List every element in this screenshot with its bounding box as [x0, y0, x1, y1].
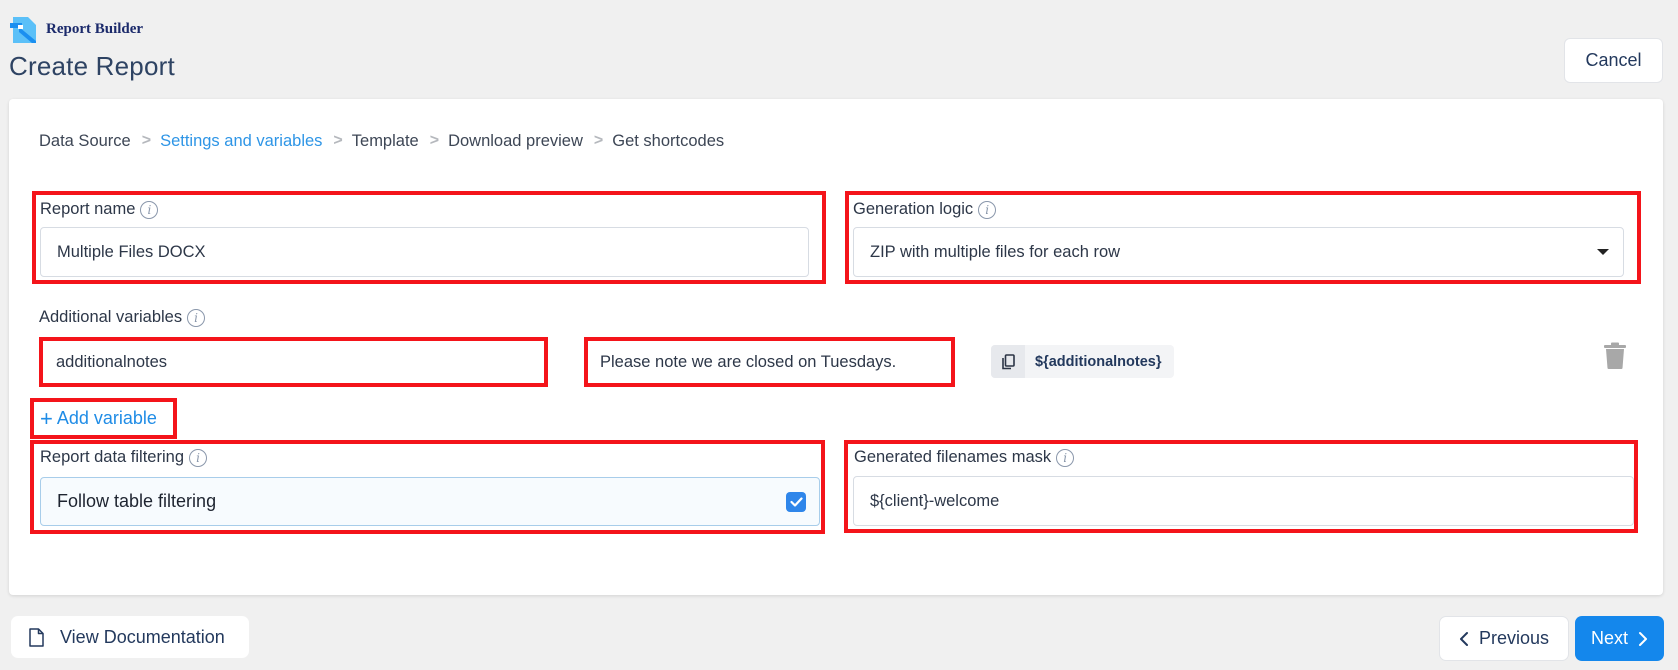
- filenames-mask-label: Generated filenames mask i: [854, 448, 1075, 467]
- report-name-label: Report name i: [40, 200, 159, 219]
- info-icon[interactable]: i: [978, 200, 997, 219]
- variable-value-input[interactable]: Please note we are closed on Tuesdays.: [584, 337, 955, 387]
- chevron-right-icon: >: [333, 132, 343, 149]
- copy-icon[interactable]: [991, 345, 1025, 378]
- info-icon[interactable]: i: [189, 448, 207, 467]
- app-brand: Report Builder: [46, 21, 144, 37]
- document-icon: [29, 627, 44, 647]
- step-get-shortcodes[interactable]: Get shortcodes: [612, 132, 724, 151]
- step-settings-and-variables[interactable]: Settings and variables: [160, 132, 322, 151]
- chevron-left-icon: [1459, 631, 1468, 646]
- next-button[interactable]: Next: [1575, 616, 1664, 661]
- checkmark-icon: [789, 497, 803, 507]
- step-template[interactable]: Template: [352, 132, 419, 151]
- chevron-right-icon: [1639, 631, 1647, 646]
- step-download-preview[interactable]: Download preview: [448, 132, 583, 151]
- plus-icon: +: [40, 405, 53, 431]
- follow-table-filtering-checkbox[interactable]: [786, 492, 806, 512]
- generation-logic-selected-value: ZIP with multiple files for each row: [870, 242, 1121, 261]
- previous-button[interactable]: Previous: [1439, 616, 1569, 661]
- cancel-button[interactable]: Cancel: [1564, 38, 1663, 83]
- chevron-right-icon: >: [429, 132, 440, 149]
- info-icon[interactable]: i: [1056, 448, 1075, 467]
- add-variable-button[interactable]: + Add variable: [30, 398, 177, 439]
- variable-shortcode: ${additionalnotes}: [1035, 353, 1162, 370]
- follow-table-filtering-label: Follow table filtering: [57, 491, 217, 511]
- trash-icon[interactable]: [1603, 342, 1629, 370]
- report-name-input[interactable]: Multiple Files DOCX: [40, 227, 809, 277]
- wizard-breadcrumb: Data Source > Settings and variables > T…: [39, 131, 724, 151]
- follow-table-filtering-option[interactable]: Follow table filtering: [40, 477, 820, 526]
- chevron-right-icon: >: [593, 132, 604, 149]
- info-icon[interactable]: i: [187, 308, 206, 327]
- variable-name-input[interactable]: additionalnotes: [39, 337, 548, 387]
- page-title: Create Report: [9, 51, 175, 81]
- report-name-field-group: Report name i Multiple Files DOCX: [32, 191, 826, 284]
- variable-shortcode-chip[interactable]: ${additionalnotes}: [991, 345, 1174, 378]
- additional-variables-label: Additional variables i: [39, 308, 206, 327]
- generation-logic-field-group: Generation logic i ZIP with multiple fil…: [845, 191, 1641, 284]
- chevron-right-icon: >: [141, 132, 152, 149]
- filenames-mask-input[interactable]: ${client}-welcome: [853, 476, 1634, 526]
- step-data-source[interactable]: Data Source: [39, 132, 131, 151]
- filenames-mask-field-group: Generated filenames mask i ${client}-wel…: [844, 440, 1638, 533]
- info-icon[interactable]: i: [140, 200, 159, 219]
- caret-down-icon: [1597, 249, 1609, 255]
- data-filtering-label: Report data filtering i: [40, 448, 207, 467]
- report-builder-logo: [10, 15, 38, 45]
- data-filtering-field-group: Report data filtering i Follow table fil…: [30, 440, 825, 534]
- generation-logic-select[interactable]: ZIP with multiple files for each row: [853, 227, 1624, 277]
- view-documentation-button[interactable]: View Documentation: [10, 615, 250, 659]
- generation-logic-label: Generation logic i: [853, 200, 997, 219]
